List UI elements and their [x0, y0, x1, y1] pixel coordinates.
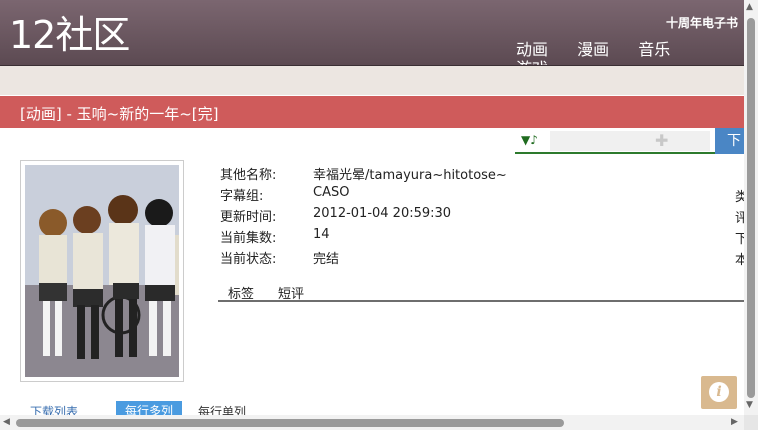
anniversary-ebook-link[interactable]: 十周年电子书: [666, 14, 738, 31]
page-title-bar: [动画] - 玉响~新的一年~[完]: [0, 96, 744, 128]
nav-music[interactable]: 音乐: [638, 41, 670, 59]
anime-poster: [20, 160, 184, 382]
info-value: 幸福光晕/tamayura~hitotose~: [313, 168, 507, 183]
play-music-icon[interactable]: ▼♪: [521, 133, 538, 147]
scrollbar-corner: [744, 415, 758, 430]
info-value: 2012-01-04 20:59:30: [313, 206, 452, 221]
plugin-placeholder[interactable]: ✚: [550, 131, 710, 151]
vertical-scroll-thumb[interactable]: [747, 18, 755, 398]
site-header: 12社区 十周年电子书 动画 漫画 音乐 游戏: [0, 0, 744, 78]
nav-anime[interactable]: 动画: [516, 41, 548, 59]
info-label: 当前集数:: [220, 231, 277, 246]
horizontal-scroll-thumb[interactable]: [16, 419, 564, 427]
info-value: 14: [313, 227, 330, 242]
download-button[interactable]: 下: [715, 128, 744, 154]
tab-short-reviews[interactable]: 短评: [278, 283, 304, 302]
sub-navigation-bar: [0, 65, 744, 95]
info-label: 字幕组:: [220, 189, 264, 204]
info-icon: i: [709, 382, 729, 402]
scroll-up-icon[interactable]: ▲: [746, 2, 753, 12]
info-label: 更新时间:: [220, 210, 277, 225]
tab-tags[interactable]: 标签: [228, 283, 254, 302]
plugin-icon: ✚: [655, 131, 669, 150]
info-value: 完结: [313, 252, 340, 267]
music-player[interactable]: ▼♪ ✚: [515, 130, 715, 154]
horizontal-scrollbar[interactable]: ◀ ▶: [0, 415, 744, 430]
info-label: 当前状态:: [220, 252, 277, 267]
page-title: [动画] - 玉响~新的一年~[完]: [20, 105, 219, 123]
info-label: 其他名称:: [220, 168, 277, 183]
info-button[interactable]: i: [701, 376, 737, 409]
site-logo[interactable]: 12社区: [9, 12, 130, 58]
vertical-scrollbar[interactable]: ▲ ▼: [744, 0, 758, 415]
detail-tabs: 标签 短评: [218, 282, 744, 302]
poster-image: [25, 165, 179, 377]
scroll-left-icon[interactable]: ◀: [3, 417, 10, 427]
nav-manga[interactable]: 漫画: [577, 41, 609, 59]
scroll-down-icon[interactable]: ▼: [746, 400, 753, 410]
scroll-right-icon[interactable]: ▶: [731, 417, 738, 427]
info-value[interactable]: CASO: [313, 185, 349, 200]
